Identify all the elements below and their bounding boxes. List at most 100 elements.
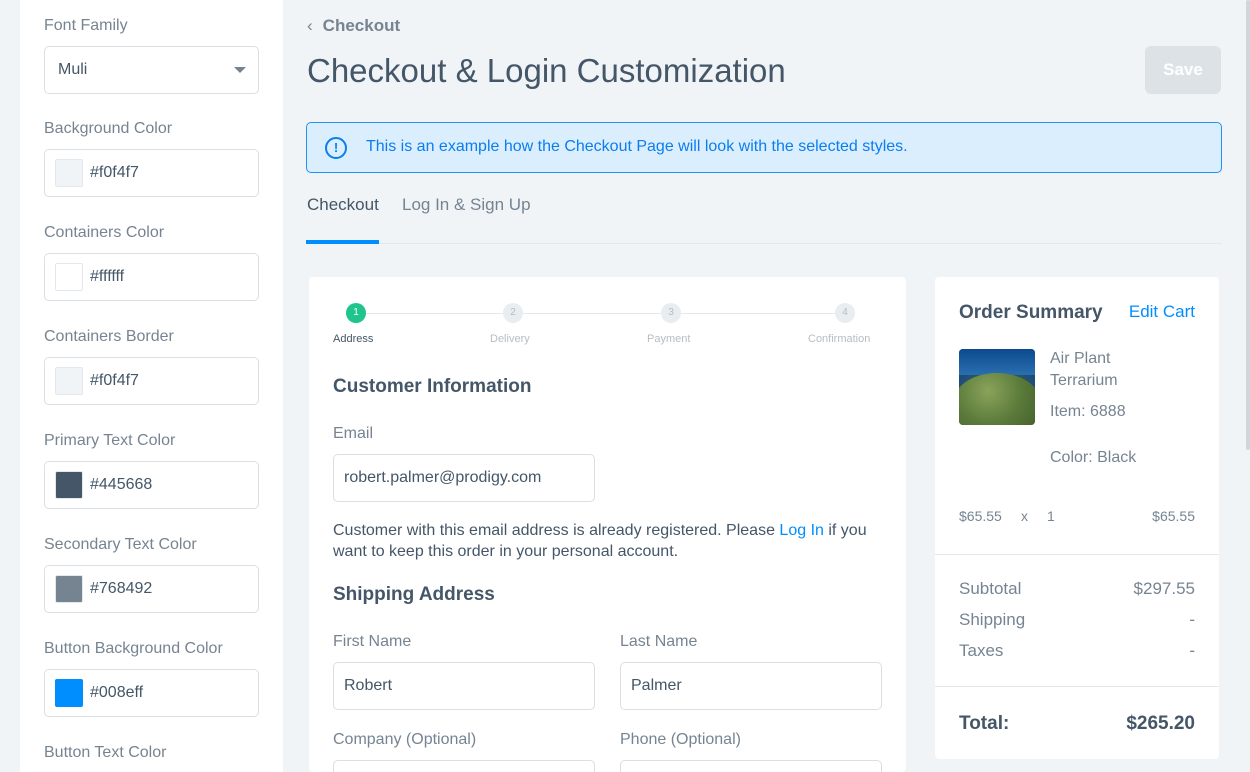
first-name-label: First Name (333, 633, 412, 650)
back-link[interactable]: ‹ Checkout (307, 16, 400, 36)
containers-border-field: Containers Border #f0f4f7 (44, 327, 259, 405)
tab-divider (306, 243, 1222, 244)
color-hex: #f0f4f7 (90, 372, 139, 389)
tab-checkout[interactable]: Checkout (307, 195, 379, 215)
total-value: $265.20 (1126, 713, 1195, 734)
edit-cart-link[interactable]: Edit Cart (1129, 302, 1195, 322)
banner-text: This is an example how the Checkout Page… (366, 138, 908, 155)
divider (935, 686, 1219, 687)
field-label: Primary Text Color (44, 432, 176, 449)
color-swatch[interactable] (55, 471, 83, 499)
customer-info-heading: Customer Information (333, 376, 532, 397)
email-label: Email (333, 425, 374, 442)
tab-login-signup[interactable]: Log In & Sign Up (402, 195, 531, 215)
primary-text-color-field: Primary Text Color #445668 (44, 431, 259, 509)
field-label: Background Color (44, 120, 173, 137)
info-icon: ! (325, 137, 347, 159)
button-background-color-field: Button Background Color #008eff (44, 639, 259, 717)
step-3-circle: 3 (661, 303, 681, 323)
step-2-label: Delivery (490, 333, 530, 345)
button-background-color-input[interactable]: #008eff (44, 669, 259, 717)
step-2-circle: 2 (503, 303, 523, 323)
background-color-input[interactable]: #f0f4f7 (44, 149, 259, 197)
taxes-label: Taxes (959, 641, 1004, 660)
chevron-left-icon: ‹ (307, 16, 313, 35)
phone-field[interactable] (620, 760, 882, 772)
step-4-circle: 4 (835, 303, 855, 323)
last-name-label: Last Name (620, 633, 698, 650)
field-label: Secondary Text Color (44, 536, 197, 553)
field-label: Containers Border (44, 328, 174, 345)
field-label: Button Background Color (44, 640, 223, 657)
note-text-before: Customer with this email address is alre… (333, 522, 780, 539)
font-family-field: Font Family Muli (44, 16, 259, 94)
product-name-line2: Terrarium (1050, 372, 1118, 389)
divider (935, 554, 1219, 555)
active-tab-indicator (306, 240, 379, 244)
save-button[interactable]: Save (1145, 46, 1221, 94)
font-family-label: Font Family (44, 17, 128, 34)
step-4-label: Confirmation (808, 333, 871, 345)
step-1-circle: 1 (346, 303, 366, 323)
color-hex: #f0f4f7 (90, 164, 139, 181)
font-family-select[interactable]: Muli (44, 46, 259, 94)
background-color-field: Background Color #f0f4f7 (44, 119, 259, 197)
product-item: Item: 6888 (1050, 403, 1126, 420)
subtotal-label: Subtotal (959, 579, 1022, 598)
step-1-label: Address (333, 333, 374, 345)
font-family-value: Muli (58, 61, 88, 78)
chevron-down-icon (234, 67, 246, 73)
registered-note: Customer with this email address is alre… (333, 520, 893, 562)
field-label: Containers Color (44, 224, 165, 241)
scrollbar[interactable] (1246, 0, 1250, 450)
company-field[interactable] (333, 760, 595, 772)
info-banner: ! This is an example how the Checkout Pa… (306, 122, 1222, 173)
color-swatch[interactable] (55, 159, 83, 187)
shipping-address-heading: Shipping Address (333, 584, 495, 605)
button-text-color-field: Button Text Color (44, 743, 259, 763)
product-color: Color: Black (1050, 449, 1137, 466)
containers-color-field: Containers Color #ffffff (44, 223, 259, 301)
color-hex: #ffffff (90, 268, 125, 285)
color-hex: #445668 (90, 476, 153, 493)
order-summary: Order Summary Edit Cart Air Plant Terrar… (935, 277, 1219, 759)
last-name-field[interactable]: Palmer (620, 662, 882, 710)
color-swatch[interactable] (55, 679, 83, 707)
secondary-text-color-field: Secondary Text Color #768492 (44, 535, 259, 613)
containers-color-input[interactable]: #ffffff (44, 253, 259, 301)
login-link[interactable]: Log In (779, 522, 823, 539)
containers-border-input[interactable]: #f0f4f7 (44, 357, 259, 405)
subtotal-value: $297.55 (1133, 579, 1195, 598)
times-symbol: x (1021, 508, 1028, 524)
shipping-value: - (1189, 610, 1195, 629)
back-label: Checkout (322, 16, 401, 35)
phone-label: Phone (Optional) (620, 731, 741, 748)
taxes-value: - (1189, 641, 1195, 660)
page-title: Checkout & Login Customization (307, 52, 786, 89)
product-image-hill (959, 373, 1035, 425)
first-name-field[interactable]: Robert (333, 662, 595, 710)
color-hex: #768492 (90, 580, 153, 597)
quantity: 1 (1047, 508, 1055, 524)
product-image (959, 349, 1035, 425)
order-summary-heading: Order Summary (959, 302, 1103, 323)
product-name-line1: Air Plant (1050, 350, 1111, 367)
checkout-card: 1 2 3 4 Address Delivery Payment Confirm… (309, 277, 906, 772)
settings-panel: Font Family Muli Background Color #f0f4f… (20, 0, 283, 772)
primary-text-color-input[interactable]: #445668 (44, 461, 259, 509)
field-label: Button Text Color (44, 744, 167, 761)
product-image-sky (959, 349, 1035, 375)
unit-price: $65.55 (959, 508, 1002, 524)
stepper-line (357, 313, 845, 314)
secondary-text-color-input[interactable]: #768492 (44, 565, 259, 613)
color-swatch[interactable] (55, 263, 83, 291)
step-3-label: Payment (647, 333, 691, 345)
total-label: Total: (959, 713, 1010, 734)
color-hex: #008eff (90, 684, 144, 701)
line-total: $65.55 (1152, 508, 1195, 524)
email-field[interactable]: robert.palmer@prodigy.com (333, 454, 595, 502)
company-label: Company (Optional) (333, 731, 477, 748)
color-swatch[interactable] (55, 575, 83, 603)
shipping-label: Shipping (959, 610, 1026, 629)
color-swatch[interactable] (55, 367, 83, 395)
